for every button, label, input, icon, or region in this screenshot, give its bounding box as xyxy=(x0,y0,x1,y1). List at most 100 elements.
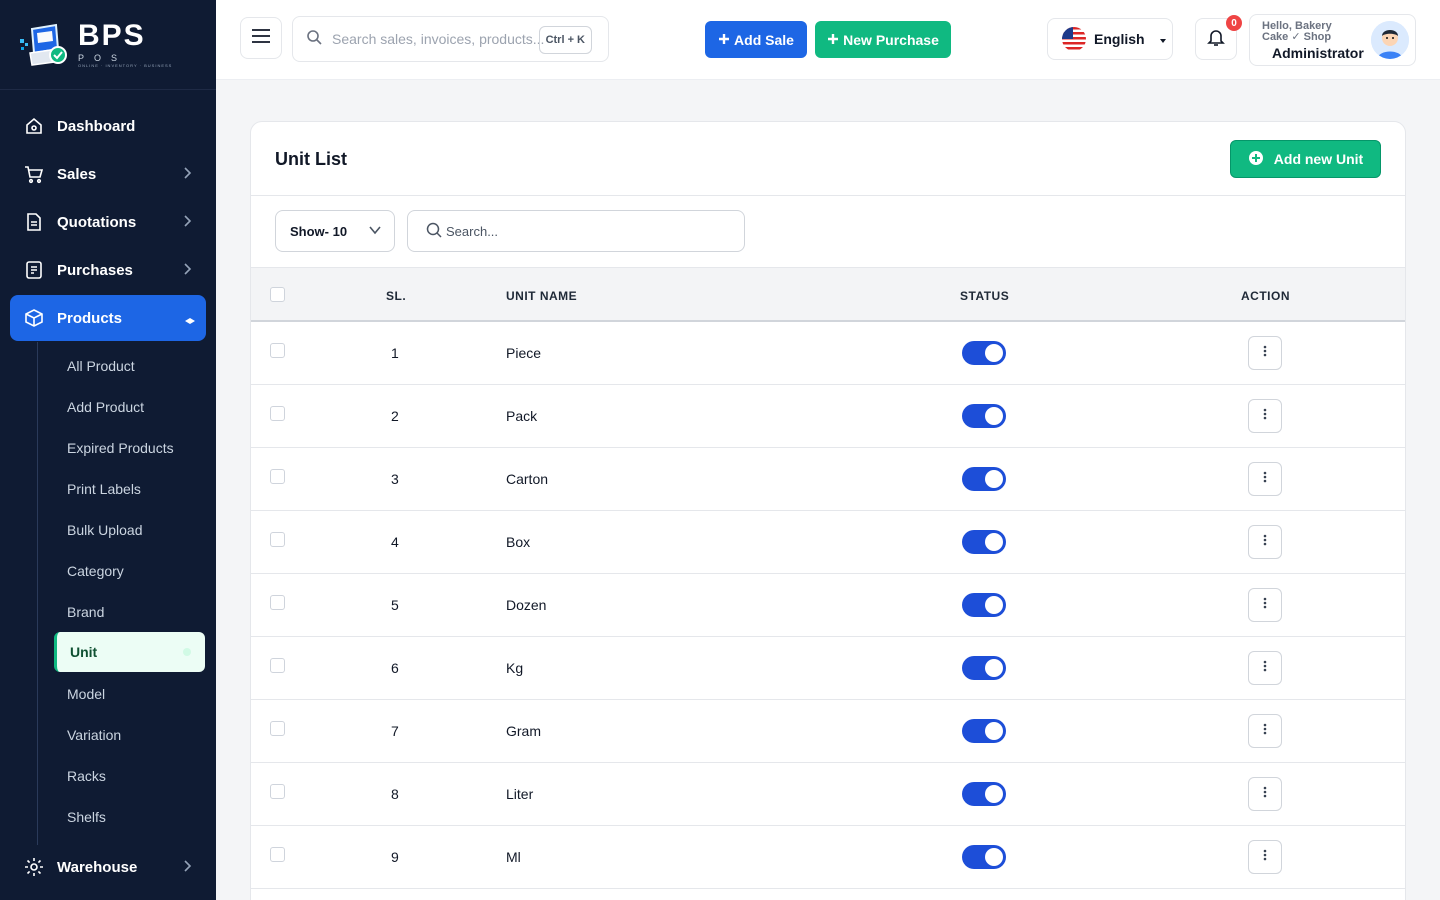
status-toggle[interactable] xyxy=(962,467,1006,491)
table-row: 1 Piece xyxy=(251,322,1405,385)
row-action-button[interactable] xyxy=(1248,525,1282,559)
status-toggle[interactable] xyxy=(962,719,1006,743)
row-checkbox[interactable] xyxy=(270,784,285,799)
row-action-button[interactable] xyxy=(1248,651,1282,685)
sidebar-subitem-print-labels[interactable]: Print Labels xyxy=(38,468,216,509)
row-checkbox[interactable] xyxy=(270,406,285,421)
sidebar-item-label: Dashboard xyxy=(57,117,136,135)
active-indicator-icon xyxy=(184,313,195,324)
chevron-right-icon xyxy=(182,262,192,280)
pos-terminal-icon xyxy=(18,21,70,69)
add-new-unit-button[interactable]: Add new Unit xyxy=(1230,140,1381,178)
row-checkbox[interactable] xyxy=(270,847,285,862)
sidebar-subitem-model[interactable]: Model xyxy=(38,673,216,714)
status-toggle[interactable] xyxy=(962,341,1006,365)
row-checkbox[interactable] xyxy=(270,343,285,358)
row-checkbox[interactable] xyxy=(270,658,285,673)
sidebar-item-sales[interactable]: Sales xyxy=(0,150,216,198)
user-profile-menu[interactable]: Hello, Bakery Cake ✓ Shop Administrator xyxy=(1249,14,1416,66)
sidebar-item-dashboard[interactable]: Dashboard xyxy=(0,102,216,150)
row-action-button[interactable] xyxy=(1248,336,1282,370)
row-unit-name: Kg xyxy=(506,660,524,676)
sidebar-item-purchases[interactable]: Purchases xyxy=(0,246,216,294)
sidebar-subitem-brand[interactable]: Brand xyxy=(38,591,216,632)
toggle-knob xyxy=(985,659,1003,677)
sidebar-subitem-expired-products[interactable]: Expired Products xyxy=(38,427,216,468)
document-icon xyxy=(24,212,44,232)
sidebar-subitem-label: Racks xyxy=(67,767,106,784)
sidebar-subitem-variation[interactable]: Variation xyxy=(38,714,216,755)
sidebar-item-label: Warehouse xyxy=(57,858,138,876)
plus-icon xyxy=(827,32,839,48)
user-greeting: Hello, Bakery Cake ✓ Shop xyxy=(1262,20,1332,43)
sidebar-subitem-all-product[interactable]: All Product xyxy=(38,345,216,386)
column-header-action: ACTION xyxy=(1241,289,1290,303)
row-action-button[interactable] xyxy=(1248,462,1282,496)
search-icon xyxy=(306,29,322,50)
cart-icon xyxy=(24,164,44,184)
row-unit-name: Gram xyxy=(506,723,541,739)
sidebar-subitem-add-product[interactable]: Add Product xyxy=(38,386,216,427)
brand-tagline: ONLINE · INVENTORY · BUSINESS xyxy=(78,63,173,68)
select-all-checkbox[interactable] xyxy=(270,287,285,302)
language-selector[interactable]: English xyxy=(1047,18,1173,60)
status-toggle[interactable] xyxy=(962,593,1006,617)
receipt-icon xyxy=(24,260,44,280)
row-checkbox[interactable] xyxy=(270,721,285,736)
new-purchase-button[interactable]: New Purchase xyxy=(815,21,951,58)
sidebar-item-warehouse[interactable]: Warehouse xyxy=(0,843,216,891)
toggle-knob xyxy=(985,344,1003,362)
row-action-button[interactable] xyxy=(1248,588,1282,622)
chevron-right-icon xyxy=(182,166,192,184)
row-action-button[interactable] xyxy=(1248,714,1282,748)
add-sale-button[interactable]: Add Sale xyxy=(705,21,807,58)
row-checkbox[interactable] xyxy=(270,595,285,610)
row-checkbox[interactable] xyxy=(270,532,285,547)
kebab-menu-icon xyxy=(1263,470,1267,488)
sidebar-nav: Dashboard Sales Quotations Purchases Pro… xyxy=(0,102,216,845)
status-toggle[interactable] xyxy=(962,845,1006,869)
status-toggle[interactable] xyxy=(962,782,1006,806)
caret-down-icon xyxy=(1159,31,1167,47)
row-sl: 9 xyxy=(391,849,399,865)
sidebar-subitem-bulk-upload[interactable]: Bulk Upload xyxy=(38,509,216,550)
toggle-knob xyxy=(985,785,1003,803)
column-header-unit-name: UNIT NAME xyxy=(506,289,578,303)
kebab-menu-icon xyxy=(1263,785,1267,803)
row-action-button[interactable] xyxy=(1248,777,1282,811)
row-checkbox[interactable] xyxy=(270,469,285,484)
brand-logo[interactable]: BPS POS ONLINE · INVENTORY · BUSINESS xyxy=(0,0,216,90)
sidebar-subitem-category[interactable]: Category xyxy=(38,550,216,591)
new-purchase-label: New Purchase xyxy=(843,31,939,48)
notifications-button[interactable]: 0 xyxy=(1195,15,1242,60)
sidebar-item-products[interactable]: Products xyxy=(10,295,206,341)
table-row: 4 Box xyxy=(251,511,1405,574)
row-sl: 5 xyxy=(391,597,399,613)
row-action-button[interactable] xyxy=(1248,399,1282,433)
sidebar-item-label: Products xyxy=(57,309,123,327)
sidebar-subitem-label: Expired Products xyxy=(67,439,174,456)
search-icon xyxy=(426,222,442,241)
menu-toggle-button[interactable] xyxy=(240,17,282,59)
row-unit-name: Box xyxy=(506,534,531,550)
status-toggle[interactable] xyxy=(962,404,1006,428)
status-toggle[interactable] xyxy=(962,530,1006,554)
page-size-select[interactable]: Show- 10 xyxy=(275,210,395,252)
language-label: English xyxy=(1094,31,1145,47)
row-unit-name: Ml xyxy=(506,849,521,865)
global-search-input[interactable]: Search sales, invoices, products... Ctrl… xyxy=(292,16,609,62)
toggle-knob xyxy=(985,533,1003,551)
table-search-input[interactable]: Search... xyxy=(407,210,745,252)
column-header-sl: SL. xyxy=(386,289,407,303)
table-row: 2 Pack xyxy=(251,385,1405,448)
sidebar-item-quotations[interactable]: Quotations xyxy=(0,198,216,246)
home-icon xyxy=(24,116,44,136)
toggle-knob xyxy=(985,596,1003,614)
status-toggle[interactable] xyxy=(962,656,1006,680)
row-action-button[interactable] xyxy=(1248,840,1282,874)
sidebar-subitem-shelfs[interactable]: Shelfs xyxy=(38,796,216,837)
sidebar-subitem-racks[interactable]: Racks xyxy=(38,755,216,796)
avatar xyxy=(1371,21,1409,59)
row-unit-name: Liter xyxy=(506,786,534,802)
sidebar-subitem-unit[interactable]: Unit xyxy=(54,632,205,672)
